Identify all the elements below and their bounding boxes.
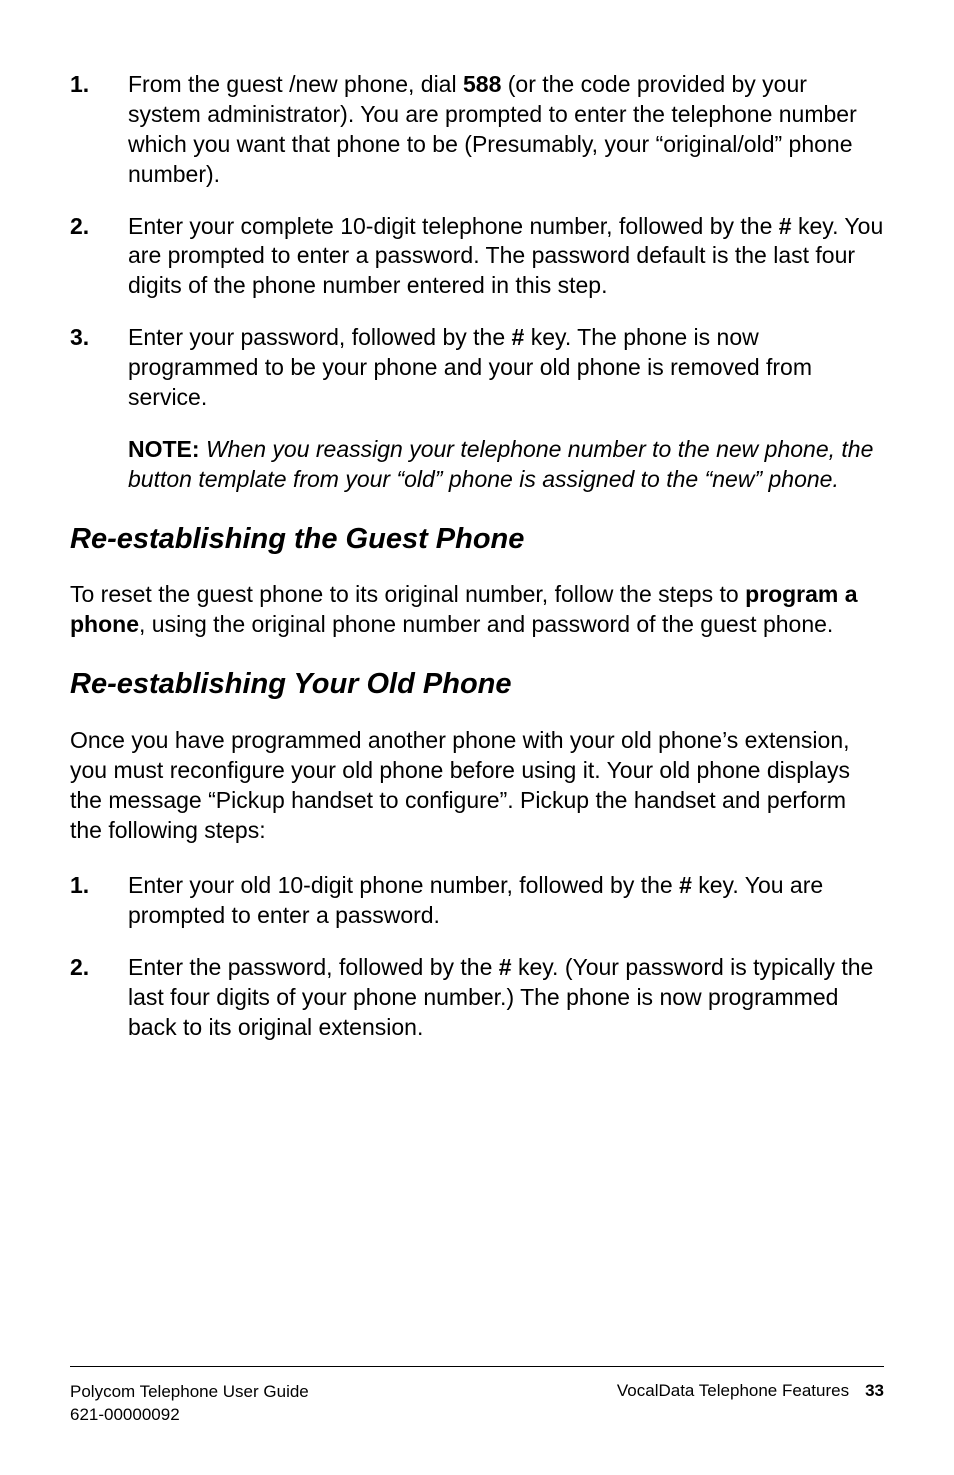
text: Enter your old 10-digit phone number, fo… bbox=[128, 872, 679, 898]
text: Enter your complete 10-digit telephone n… bbox=[128, 213, 779, 239]
bold-text: # bbox=[779, 213, 792, 239]
bold-text: # bbox=[679, 872, 692, 898]
list-number: 1. bbox=[70, 70, 128, 190]
page-number: 33 bbox=[865, 1381, 884, 1400]
bold-text: # bbox=[512, 324, 525, 350]
ordered-list-1: 1. From the guest /new phone, dial 588 (… bbox=[70, 70, 884, 413]
list-body: Enter your old 10-digit phone number, fo… bbox=[128, 871, 884, 931]
list-item: 2. Enter your complete 10-digit telephon… bbox=[70, 212, 884, 302]
list-body: Enter your complete 10-digit telephone n… bbox=[128, 212, 884, 302]
ordered-list-2: 1. Enter your old 10-digit phone number,… bbox=[70, 871, 884, 1042]
text: , using the original phone number and pa… bbox=[139, 611, 833, 637]
list-item: 1. From the guest /new phone, dial 588 (… bbox=[70, 70, 884, 190]
note-label: NOTE: bbox=[128, 436, 200, 462]
text: From the guest /new phone, dial bbox=[128, 71, 463, 97]
paragraph: Once you have programmed another phone w… bbox=[70, 726, 884, 846]
bold-text: 588 bbox=[463, 71, 501, 97]
footer-title: Polycom Telephone User Guide bbox=[70, 1381, 309, 1404]
list-body: Enter your password, followed by the # k… bbox=[128, 323, 884, 413]
list-item: 3. Enter your password, followed by the … bbox=[70, 323, 884, 413]
list-number: 3. bbox=[70, 323, 128, 413]
list-item: 1. Enter your old 10-digit phone number,… bbox=[70, 871, 884, 931]
bold-text: # bbox=[499, 954, 512, 980]
list-number: 2. bbox=[70, 212, 128, 302]
footer-docid: 621-00000092 bbox=[70, 1404, 309, 1427]
text: To reset the guest phone to its original… bbox=[70, 581, 745, 607]
page-footer: Polycom Telephone User Guide 621-0000009… bbox=[70, 1366, 884, 1427]
footer-right: VocalData Telephone Features 33 bbox=[617, 1381, 884, 1427]
paragraph: To reset the guest phone to its original… bbox=[70, 580, 884, 640]
section-heading: Re-establishing the Guest Phone bbox=[70, 521, 884, 559]
page-content: 1. From the guest /new phone, dial 588 (… bbox=[70, 70, 884, 1043]
list-item: 2. Enter the password, followed by the #… bbox=[70, 953, 884, 1043]
footer-left: Polycom Telephone User Guide 621-0000009… bbox=[70, 1381, 309, 1427]
note-text: When you reassign your telephone number … bbox=[128, 436, 873, 492]
list-number: 1. bbox=[70, 871, 128, 931]
footer-section: VocalData Telephone Features bbox=[617, 1381, 849, 1400]
text: Enter the password, followed by the bbox=[128, 954, 499, 980]
list-number: 2. bbox=[70, 953, 128, 1043]
section-heading: Re-establishing Your Old Phone bbox=[70, 666, 884, 704]
text: Enter your password, followed by the bbox=[128, 324, 512, 350]
list-body: Enter the password, followed by the # ke… bbox=[128, 953, 884, 1043]
list-body: From the guest /new phone, dial 588 (or … bbox=[128, 70, 884, 190]
note-block: NOTE: When you reassign your telephone n… bbox=[128, 435, 884, 495]
